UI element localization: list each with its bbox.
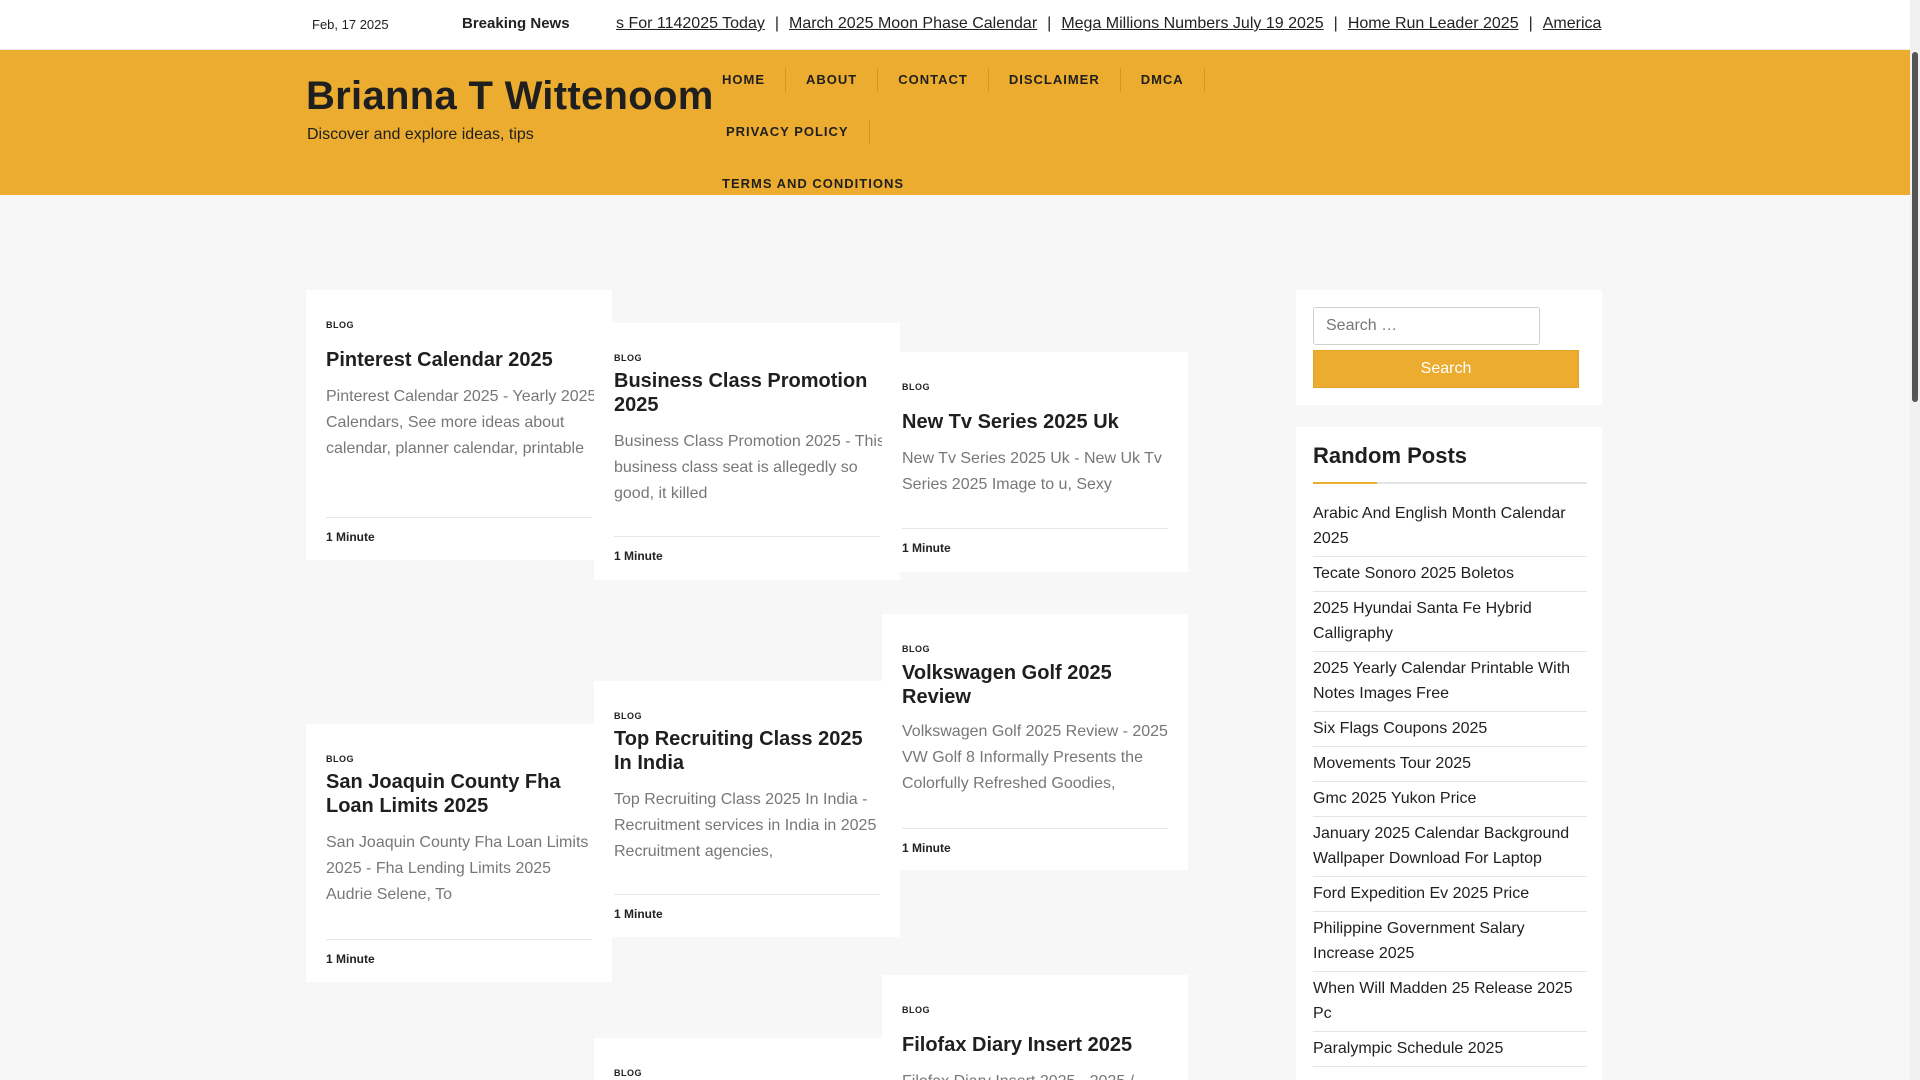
post-excerpt: New Tv Series 2025 Uk - New Uk Tv Series… xyxy=(902,450,1162,493)
random-post-link[interactable]: Arabic And English Month Calendar 2025 xyxy=(1313,497,1587,557)
post-card: BLOG Top Recruiting Class 2025 In India … xyxy=(594,681,900,937)
post-card: BLOG Volkswagen Golf 2025 Review Volkswa… xyxy=(882,614,1188,870)
post-category[interactable]: BLOG xyxy=(902,644,930,654)
post-card: BLOG Filofax Diary Insert 2025 Filofax D… xyxy=(882,975,1188,1080)
post-card: BLOG Pinterest Calendar 2025 Pinterest C… xyxy=(306,290,612,560)
nav-terms-and-conditions[interactable]: TERMS AND CONDITIONS xyxy=(706,172,924,196)
ticker-link[interactable]: March 2025 Moon Phase Calendar xyxy=(789,15,1037,32)
news-ticker: s For 1142025 Today | March 2025 Moon Phas… xyxy=(616,0,1602,50)
random-post-link[interactable]: Tecate Sonoro 2025 Boletos xyxy=(1313,557,1587,592)
post-excerpt: Top Recruiting Class 2025 In India - Rec… xyxy=(614,791,877,860)
site-header: Brianna T Wittenoom Discover and explore… xyxy=(0,50,1910,195)
post-category[interactable]: BLOG xyxy=(326,320,354,330)
ticker-link[interactable]: s For 1142025 Today xyxy=(616,15,765,32)
post-category[interactable]: BLOG xyxy=(614,711,642,721)
random-post-link[interactable]: Philippine Government Salary Increase 20… xyxy=(1313,912,1587,972)
nav-contact[interactable]: CONTACT xyxy=(878,68,989,92)
post-read-time: 1 Minute xyxy=(614,536,880,563)
random-posts-widget: Random Posts Arabic And English Month Ca… xyxy=(1296,427,1602,1080)
random-post-link[interactable]: Paralympic Schedule 2025 xyxy=(1313,1032,1587,1067)
post-excerpt: Volkswagen Golf 2025 Review - 2025 VW Go… xyxy=(902,723,1168,792)
post-category[interactable]: BLOG xyxy=(326,754,354,764)
post-excerpt: Business Class Promotion 2025 - This bus… xyxy=(614,433,885,502)
random-post-link[interactable]: Movements Tour 2025 xyxy=(1313,747,1587,782)
page-scrollbar[interactable] xyxy=(1910,0,1920,1080)
post-read-time: 1 Minute xyxy=(326,939,592,966)
post-read-time: 1 Minute xyxy=(902,828,1168,855)
post-read-time: 1 Minute xyxy=(326,517,592,544)
post-excerpt: San Joaquin County Fha Loan Limits 2025 … xyxy=(326,834,589,903)
post-card: BLOG New Tv Series 2025 Uk New Tv Series… xyxy=(882,352,1188,572)
title-underline-accent xyxy=(1313,482,1377,484)
post-excerpt: Pinterest Calendar 2025 - Yearly 2025 Ca… xyxy=(326,388,597,457)
post-category[interactable]: BLOG xyxy=(902,382,930,392)
post-read-time: 1 Minute xyxy=(902,528,1168,555)
nav-disclaimer[interactable]: DISCLAIMER xyxy=(989,68,1121,92)
random-posts-list: Arabic And English Month Calendar 2025 T… xyxy=(1313,497,1587,1067)
nav-privacy-policy[interactable]: PRIVACY POLICY xyxy=(706,120,870,144)
breaking-news-label: Breaking News xyxy=(462,15,570,32)
nav-about[interactable]: ABOUT xyxy=(786,68,879,92)
ticker-separator: | xyxy=(774,15,779,32)
current-date: Feb, 17 2025 xyxy=(312,17,389,32)
random-post-link[interactable]: 2025 Hyundai Santa Fe Hybrid Calligraphy xyxy=(1313,592,1587,652)
nav-dmca[interactable]: DMCA xyxy=(1121,68,1205,92)
ticker-link[interactable]: Home Run Leader 2025 xyxy=(1348,15,1519,32)
post-title[interactable]: San Joaquin County Fha Loan Limits 2025 xyxy=(326,770,596,818)
ticker-separator: | xyxy=(1333,15,1338,32)
ticker-link[interactable]: America xyxy=(1543,15,1602,32)
post-category[interactable]: BLOG xyxy=(614,1068,642,1078)
random-post-link[interactable]: Ford Expedition Ev 2025 Price xyxy=(1313,877,1587,912)
post-title[interactable]: Business Class Promotion 2025 xyxy=(614,369,884,417)
nav-home[interactable]: HOME xyxy=(706,68,786,92)
post-category[interactable]: BLOG xyxy=(902,1005,930,1015)
top-bar: Feb, 17 2025 Breaking News s For 1142025… xyxy=(0,0,1910,50)
post-title[interactable]: Top Recruiting Class 2025 In India xyxy=(614,727,884,775)
search-widget: Search xyxy=(1296,290,1602,405)
ticker-link[interactable]: Mega Millions Numbers July 19 2025 xyxy=(1061,15,1323,32)
post-title[interactable]: New Tv Series 2025 Uk xyxy=(902,410,1172,434)
random-posts-title: Random Posts xyxy=(1313,443,1468,468)
random-post-link[interactable]: Six Flags Coupons 2025 xyxy=(1313,712,1587,747)
post-card: BLOG xyxy=(594,1038,900,1080)
post-excerpt: Filofax Diary Insert 2025 - 2025 / xyxy=(902,1069,1174,1080)
main-nav: HOME ABOUT CONTACT DISCLAIMER DMCA PRIVACY PO… xyxy=(706,68,1346,224)
post-category[interactable]: BLOG xyxy=(614,353,642,363)
scrollbar-thumb[interactable] xyxy=(1912,52,1918,402)
ticker-separator: | xyxy=(1528,15,1533,32)
ticker-track: s For 1142025 Today | March 2025 Moon Phas… xyxy=(616,15,1601,33)
post-title[interactable]: Volkswagen Golf 2025 Review xyxy=(902,661,1172,709)
random-post-link[interactable]: 2025 Yearly Calendar Printable With Note… xyxy=(1313,652,1587,712)
post-title[interactable]: Filofax Diary Insert 2025 xyxy=(902,1033,1172,1057)
search-button[interactable]: Search xyxy=(1313,350,1579,388)
post-title[interactable]: Pinterest Calendar 2025 xyxy=(326,348,596,372)
post-card: BLOG Business Class Promotion 2025 Busin… xyxy=(594,323,900,580)
random-post-link[interactable]: When Will Madden 25 Release 2025 Pc xyxy=(1313,972,1587,1032)
random-post-link[interactable]: Gmc 2025 Yukon Price xyxy=(1313,782,1587,817)
post-card: BLOG San Joaquin County Fha Loan Limits … xyxy=(306,724,612,982)
random-post-link[interactable]: January 2025 Calendar Background Wallpap… xyxy=(1313,817,1587,877)
site-description: Discover and explore ideas, tips xyxy=(307,126,534,143)
post-read-time: 1 Minute xyxy=(614,894,880,921)
site-title[interactable]: Brianna T Wittenoom xyxy=(306,74,714,119)
ticker-separator: | xyxy=(1047,15,1052,32)
search-input[interactable] xyxy=(1313,307,1540,345)
